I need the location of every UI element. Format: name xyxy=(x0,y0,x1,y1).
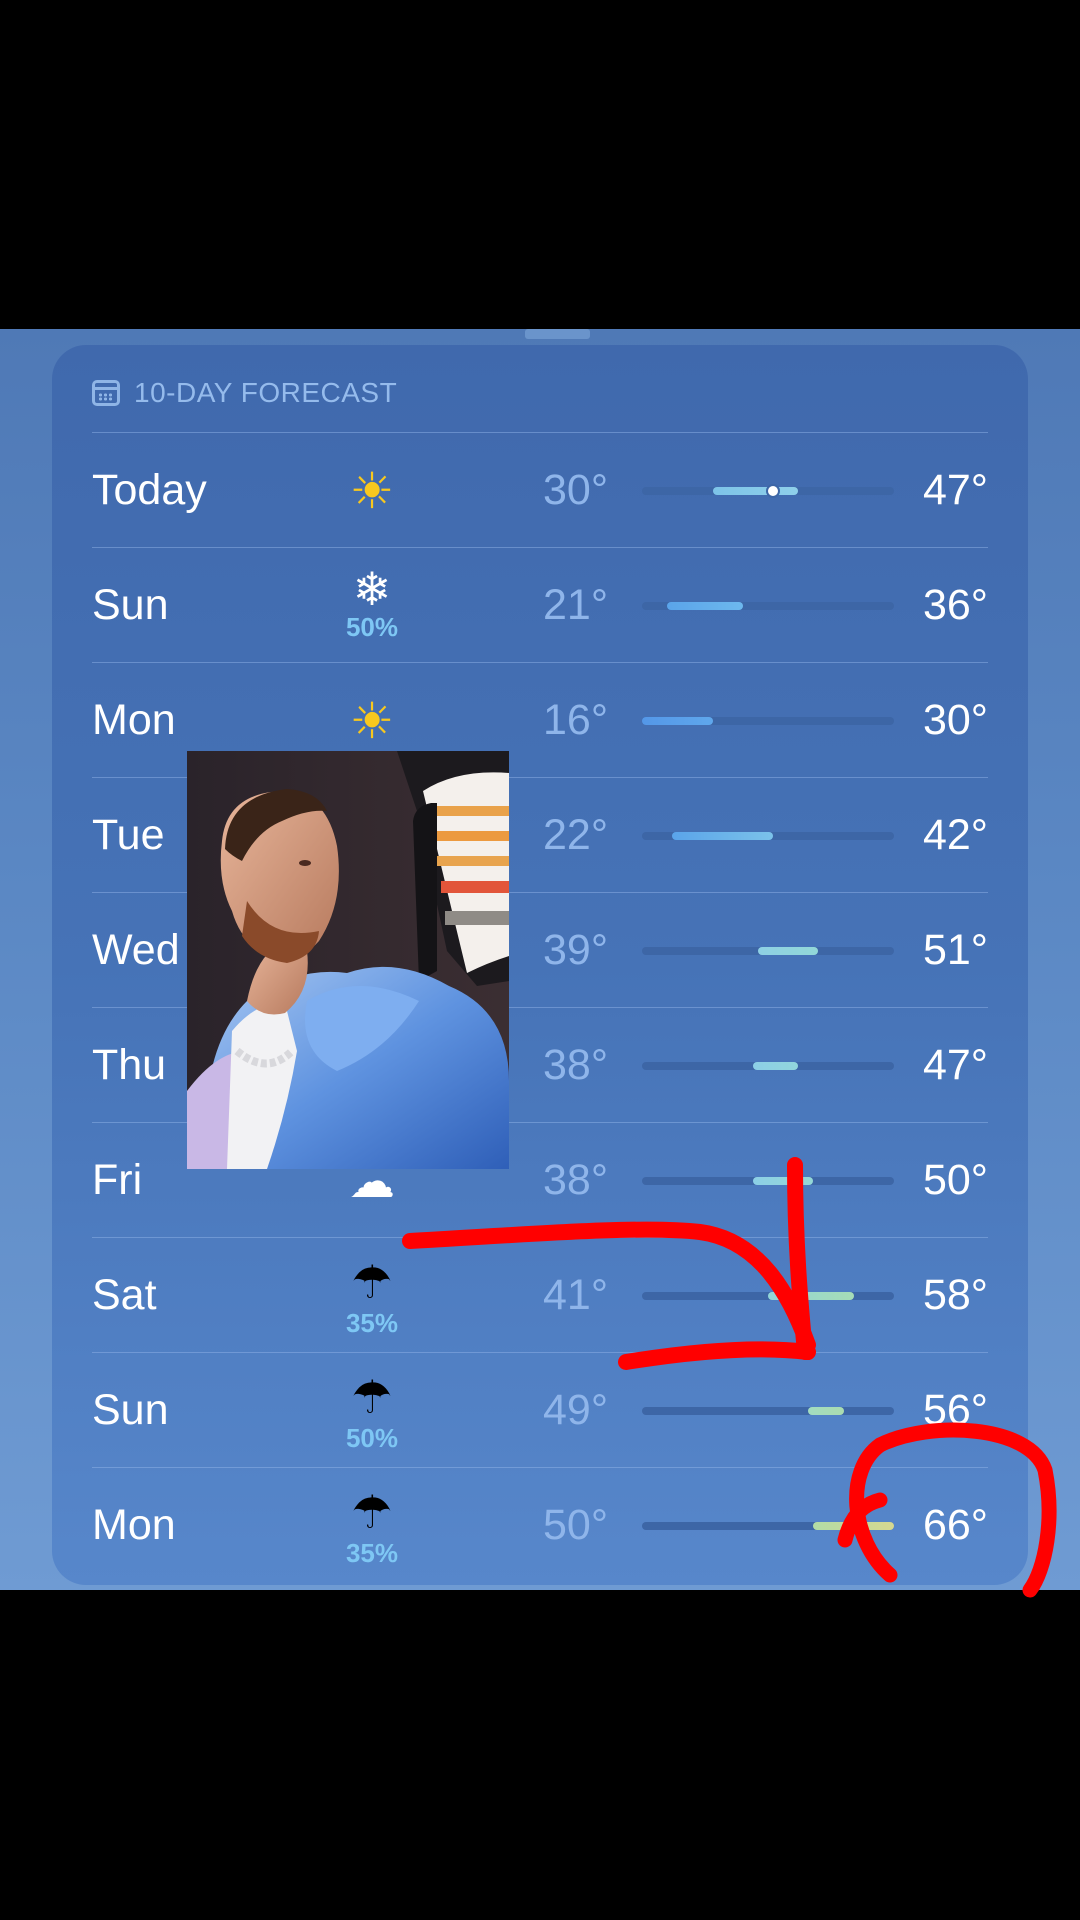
condition: ☂ 35% xyxy=(322,1252,422,1342)
low-temp: 49° xyxy=(543,1386,609,1434)
person-photo-overlay xyxy=(187,751,509,1169)
high-temp: 56° xyxy=(922,1386,988,1434)
temp-range-bar xyxy=(757,947,819,955)
temp-range-track xyxy=(642,484,894,498)
high-temp: 47° xyxy=(922,466,988,514)
forecast-row[interactable]: Sun ☂ 50% 49° 56° xyxy=(92,1352,988,1467)
day-label: Today xyxy=(92,466,207,514)
photo-illustration xyxy=(187,751,509,1169)
low-temp: 39° xyxy=(543,926,609,974)
current-temp-dot xyxy=(766,484,781,498)
condition: ❄ 50% xyxy=(322,562,422,652)
cloud-rain-icon: ☂ xyxy=(351,1256,393,1308)
temp-range-bar xyxy=(642,717,713,725)
high-temp: 58° xyxy=(922,1271,988,1319)
condition: ☂ 35% xyxy=(322,1482,422,1572)
calendar-icon xyxy=(92,380,120,406)
forecast-row[interactable]: Mon ☂ 35% 50° 66° xyxy=(92,1467,988,1582)
precipitation-chance: 50% xyxy=(345,612,399,642)
day-label: Sat xyxy=(92,1271,157,1319)
temp-range-bar xyxy=(768,1292,854,1300)
cloud-rain-icon: ☂ xyxy=(351,1371,393,1423)
temp-range-track xyxy=(642,1407,894,1415)
high-temp: 66° xyxy=(922,1501,988,1549)
day-label: Wed xyxy=(92,926,180,974)
day-label: Mon xyxy=(92,1501,176,1549)
low-temp: 22° xyxy=(543,811,609,859)
card-header: 10-DAY FORECAST xyxy=(92,373,397,413)
high-temp: 36° xyxy=(922,581,988,629)
low-temp: 21° xyxy=(543,581,609,629)
high-temp: 50° xyxy=(922,1156,988,1204)
day-label: Fri xyxy=(92,1156,143,1204)
high-temp: 42° xyxy=(922,811,988,859)
day-label: Mon xyxy=(92,696,176,744)
high-temp: 51° xyxy=(922,926,988,974)
low-temp: 30° xyxy=(543,466,609,514)
forecast-row[interactable]: Today ☀ 30° 47° xyxy=(92,432,988,547)
snowflake-icon: ❄ xyxy=(352,563,392,615)
sun-icon: ☀ xyxy=(349,463,395,519)
temp-range-track xyxy=(642,1522,894,1530)
temp-range-track xyxy=(642,947,894,955)
card-title: 10-DAY FORECAST xyxy=(134,377,398,408)
temp-range-bar xyxy=(752,1177,814,1185)
temp-range-bar xyxy=(752,1062,799,1070)
weather-app-screen: 10-DAY FORECAST Today ☀ 30° 47° Sun ❄ 50% 21° 36… xyxy=(0,329,1080,1590)
temp-range-track xyxy=(642,602,894,610)
temp-range-bar xyxy=(667,602,743,610)
precipitation-chance: 35% xyxy=(345,1538,399,1568)
condition: ☂ 50% xyxy=(322,1367,422,1457)
forecast-row[interactable]: Sun ❄ 50% 21° 36° xyxy=(92,547,988,662)
day-label: Tue xyxy=(92,811,165,859)
temp-range-track xyxy=(642,1177,894,1185)
low-temp: 38° xyxy=(543,1156,609,1204)
low-temp: 41° xyxy=(543,1271,609,1319)
low-temp: 50° xyxy=(543,1501,609,1549)
temp-range-bar xyxy=(808,1407,844,1415)
precipitation-chance: 50% xyxy=(345,1423,399,1453)
temp-range-track xyxy=(642,832,894,840)
high-temp: 30° xyxy=(922,696,988,744)
high-temp: 47° xyxy=(922,1041,988,1089)
low-temp: 16° xyxy=(543,696,609,744)
precipitation-chance: 35% xyxy=(345,1308,399,1338)
condition: ☀ xyxy=(322,447,422,537)
temp-range-track xyxy=(642,1292,894,1300)
temp-range-track xyxy=(642,1062,894,1070)
temp-range-track xyxy=(642,717,894,725)
temp-range-bar xyxy=(813,1522,894,1530)
screenshot-frame: 10-DAY FORECAST Today ☀ 30° 47° Sun ❄ 50% 21° 36… xyxy=(0,0,1080,1920)
day-label: Sun xyxy=(92,1386,169,1434)
day-label: Sun xyxy=(92,581,169,629)
day-label: Thu xyxy=(92,1041,167,1089)
top-edge-highlight xyxy=(525,329,590,339)
temp-range-bar xyxy=(712,487,799,495)
low-temp: 38° xyxy=(543,1041,609,1089)
forecast-row[interactable]: Sat ☂ 35% 41° 58° xyxy=(92,1237,988,1352)
cloud-rain-icon: ☂ xyxy=(351,1486,393,1538)
temp-range-bar xyxy=(672,832,774,840)
